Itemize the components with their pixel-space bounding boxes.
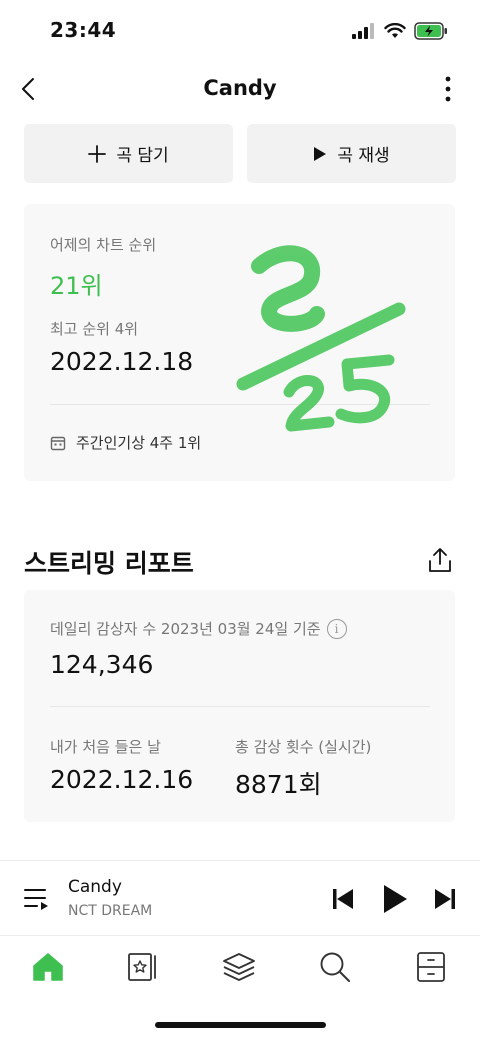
calendar-icon xyxy=(50,436,66,450)
info-icon[interactable]: i xyxy=(326,618,347,639)
header: Candy xyxy=(0,66,480,112)
search-icon xyxy=(320,952,350,982)
daily-listeners-value: 124,346 xyxy=(50,650,154,679)
share-button[interactable] xyxy=(426,546,454,574)
play-pause-button[interactable] xyxy=(380,881,410,917)
total-plays-value: 8871회 xyxy=(235,770,322,799)
first-listen-value: 2022.12.16 xyxy=(50,765,194,794)
tab-library[interactable] xyxy=(125,949,161,985)
playlist-button[interactable] xyxy=(24,887,50,915)
previous-track-button[interactable] xyxy=(330,881,356,917)
best-rank-label: 최고 순위 4위 xyxy=(50,320,139,338)
chart-rank-card: 어제의 차트 순위 21위 최고 순위 4위 2022.12.18 주간인기상 … xyxy=(24,204,455,481)
library-icon xyxy=(128,953,156,981)
tab-search[interactable] xyxy=(317,949,353,985)
share-icon xyxy=(429,548,451,572)
playlist-icon xyxy=(24,889,48,910)
report-divider xyxy=(50,706,430,707)
wifi-icon xyxy=(384,23,406,38)
total-plays-label: 총 감상 횟수 (실시간) xyxy=(235,738,372,756)
play-song-button[interactable]: 곡 재생 xyxy=(247,124,456,183)
daily-listeners-row: 데일리 감상자 수 2023년 03월 24일 기준 i xyxy=(50,618,347,639)
skip-previous-icon xyxy=(333,889,353,909)
status-icons xyxy=(352,22,448,40)
yesterday-rank-value: 21위 xyxy=(50,272,103,300)
play-icon xyxy=(384,885,407,913)
daily-listeners-label: 데일리 감상자 수 2023년 03월 24일 기준 xyxy=(50,620,321,638)
tab-layers[interactable] xyxy=(221,949,257,985)
streaming-report-card: 데일리 감상자 수 2023년 03월 24일 기준 i 124,346 내가 … xyxy=(24,590,455,822)
add-song-button[interactable]: 곡 담기 xyxy=(24,124,233,183)
skip-next-icon xyxy=(435,889,455,909)
track-artist: NCT DREAM xyxy=(68,903,153,919)
plus-icon xyxy=(88,144,107,163)
handwritten-scribble xyxy=(236,245,406,432)
add-song-label: 곡 담기 xyxy=(116,146,169,166)
tab-storage[interactable] xyxy=(413,949,449,985)
status-time: 23:44 xyxy=(50,18,117,42)
tab-home[interactable] xyxy=(30,949,66,985)
play-song-label: 곡 재생 xyxy=(337,146,390,166)
play-icon xyxy=(314,146,327,161)
track-title: Candy xyxy=(68,877,122,897)
page-title: Candy xyxy=(203,76,277,100)
streaming-report-title: 스트리밍 리포트 xyxy=(24,549,194,578)
mini-player[interactable]: Candy NCT DREAM xyxy=(0,860,480,936)
more-vertical-icon xyxy=(445,76,451,102)
home-icon xyxy=(33,953,63,981)
storage-icon xyxy=(417,952,445,982)
yesterday-rank-label: 어제의 차트 순위 xyxy=(50,236,157,254)
layers-icon xyxy=(223,953,255,981)
first-listen-label: 내가 처음 들은 날 xyxy=(50,738,161,756)
cellular-signal-icon xyxy=(352,23,374,39)
more-options-button[interactable] xyxy=(436,74,460,104)
next-track-button[interactable] xyxy=(432,881,458,917)
weekly-award-row[interactable]: 주간인기상 4주 1위 xyxy=(50,432,201,453)
home-indicator xyxy=(155,1022,326,1028)
status-bar: 23:44 xyxy=(0,0,480,62)
best-rank-date: 2022.12.18 xyxy=(50,347,194,376)
battery-charging-icon xyxy=(414,22,447,40)
tab-bar xyxy=(0,937,480,997)
weekly-award-text: 주간인기상 4주 1위 xyxy=(76,434,202,452)
